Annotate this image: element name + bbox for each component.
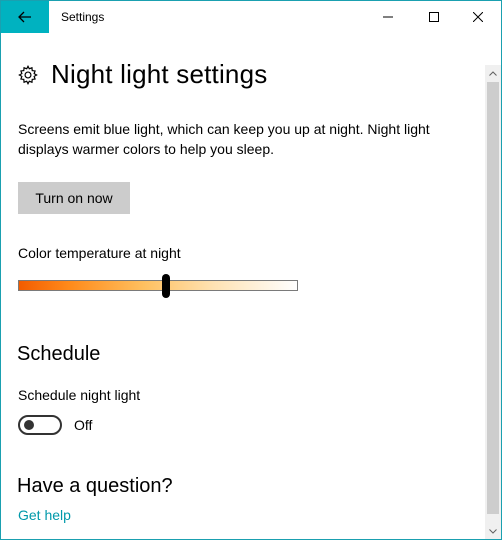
color-temperature-slider-thumb[interactable] bbox=[162, 274, 170, 298]
get-help-link[interactable]: Get help bbox=[18, 507, 71, 523]
toggle-state-text: Off bbox=[74, 417, 93, 433]
page-title: Night light settings bbox=[51, 59, 268, 89]
back-arrow-icon bbox=[18, 11, 31, 23]
description-text: Screens emit blue light, which can keep … bbox=[18, 121, 430, 157]
settings-window: Settings Night light settings Screens em… bbox=[0, 0, 502, 540]
page-header: Night light settings bbox=[17, 59, 267, 90]
title-bar: Settings bbox=[1, 1, 501, 33]
minimize-icon bbox=[383, 16, 393, 18]
scroll-up-button[interactable] bbox=[485, 65, 501, 81]
schedule-heading: Schedule bbox=[17, 343, 101, 365]
toggle-knob bbox=[24, 420, 34, 430]
color-temperature-label: Color temperature at night bbox=[18, 245, 181, 261]
chevron-down-icon bbox=[489, 528, 497, 534]
maximize-button[interactable] bbox=[411, 1, 457, 33]
turn-on-now-button[interactable]: Turn on now bbox=[18, 182, 130, 214]
vertical-scrollbar[interactable] bbox=[485, 65, 501, 539]
scroll-down-button[interactable] bbox=[485, 523, 501, 539]
color-temperature-slider-track[interactable] bbox=[18, 280, 298, 291]
schedule-toggle-label: Schedule night light bbox=[18, 387, 141, 403]
close-button[interactable] bbox=[455, 1, 501, 33]
schedule-night-light-toggle[interactable] bbox=[18, 415, 62, 435]
close-icon bbox=[473, 12, 483, 22]
maximize-icon bbox=[429, 12, 439, 22]
chevron-up-icon bbox=[489, 70, 497, 76]
window-title: Settings bbox=[61, 10, 105, 24]
back-button[interactable] bbox=[1, 1, 49, 33]
help-heading: Have a question? bbox=[17, 475, 173, 497]
minimize-button[interactable] bbox=[365, 1, 411, 33]
scroll-thumb[interactable] bbox=[487, 82, 499, 514]
content-area: Night light settings Screens emit blue l… bbox=[1, 33, 485, 539]
gear-icon bbox=[18, 64, 38, 85]
